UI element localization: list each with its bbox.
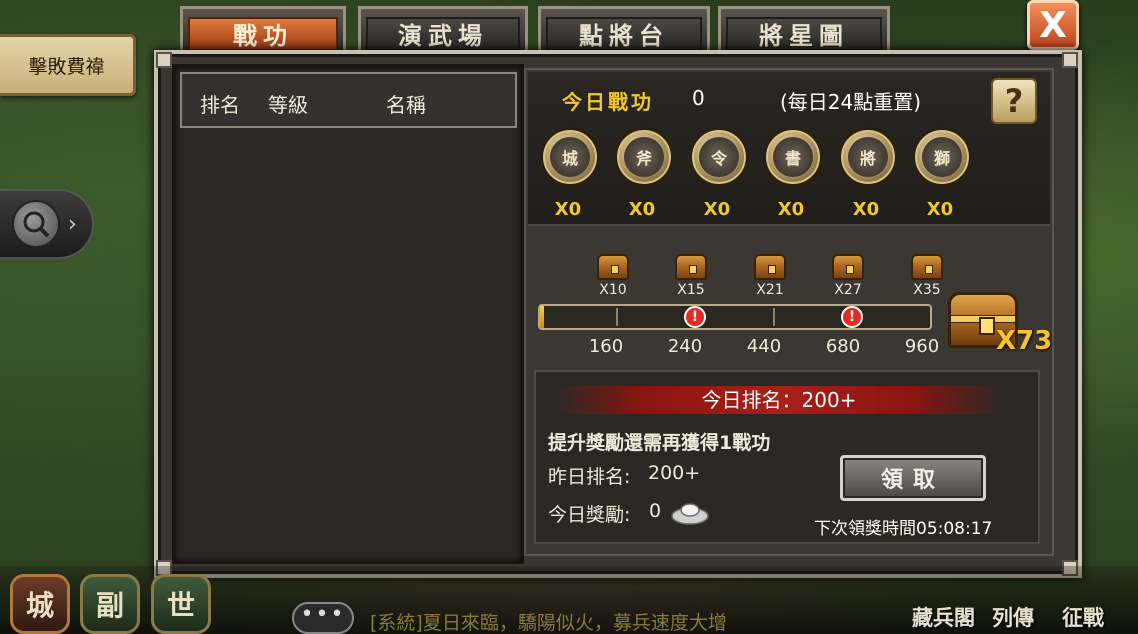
tab-star-map-label: 將星圖	[726, 16, 882, 51]
reward-chest-icon[interactable]	[754, 254, 786, 280]
progress-fill	[540, 306, 544, 328]
crossed-axes-icon: 斧	[614, 127, 674, 187]
nav-biographies[interactable]: 列傳	[992, 602, 1034, 632]
close-icon: X	[1039, 4, 1067, 46]
today-merit-label: 今日戰功	[562, 90, 654, 114]
question-icon: ?	[1004, 82, 1024, 120]
chest-quantity: X27	[834, 282, 862, 298]
today-reward-value: 0	[649, 500, 662, 522]
header-rank: 排名	[200, 93, 240, 117]
header-name: 名稱	[386, 93, 426, 117]
progress-tick	[773, 308, 775, 326]
milestone-value: 680	[825, 336, 861, 357]
progress-tick	[616, 308, 618, 326]
nav-barracks[interactable]: 藏兵閣	[912, 602, 975, 632]
chest-quantity: X35	[913, 282, 941, 298]
tab-arena-label: 演武場	[366, 16, 520, 51]
deputy-button[interactable]: 副	[80, 574, 140, 634]
panel-corner	[156, 52, 172, 68]
medal-count: X0	[777, 199, 805, 220]
today-rank-banner: 今日排名：200+	[556, 386, 1002, 414]
reward-chest-icon[interactable]	[832, 254, 864, 280]
reward-chest-icon[interactable]	[911, 254, 943, 280]
chest-quantity: X21	[756, 282, 784, 298]
fortress-icon: 城	[540, 127, 600, 187]
medal-count: X0	[703, 199, 731, 220]
ranking-list[interactable]	[172, 64, 524, 564]
world-button[interactable]: 世	[151, 574, 211, 634]
reward-chest-icon[interactable]	[597, 254, 629, 280]
yesterday-rank-label: 昨日排名:	[548, 466, 631, 488]
tab-arena[interactable]: 演武場	[358, 6, 528, 54]
tab-star-map[interactable]: 將星圖	[718, 6, 890, 54]
chat-icon[interactable]: •••	[292, 602, 354, 634]
system-chat-message[interactable]: [系統]夏日來臨，驕陽似火，募兵速度大增	[370, 608, 727, 634]
next-claim-time: 下次領獎時間05:08:17	[814, 519, 993, 539]
quest-tag[interactable]: 擊敗費禕	[0, 34, 136, 96]
tab-general-stage-label: 點將台	[546, 16, 702, 51]
chevron-right-icon: ›	[68, 211, 77, 237]
milestone-value: 960	[904, 336, 940, 357]
magnifier-icon	[12, 200, 60, 248]
chest-quantity: X15	[677, 282, 705, 298]
medal-count: X0	[852, 199, 880, 220]
search-button[interactable]: ›	[0, 189, 94, 259]
general-portrait-icon: 將	[838, 127, 898, 187]
silver-ingot-icon	[671, 503, 709, 525]
medal-count: X0	[926, 199, 954, 220]
close-button[interactable]: X	[1027, 0, 1079, 50]
lion-knocker-icon: 獅	[912, 127, 972, 187]
tab-general-stage[interactable]: 點將台	[538, 6, 710, 54]
alert-icon: !	[684, 306, 706, 328]
milestone-value: 440	[746, 336, 782, 357]
today-reward-label: 今日獎勵:	[548, 504, 631, 526]
milestone-value: 160	[588, 336, 624, 357]
header-level: 等級	[268, 93, 308, 117]
tab-merit[interactable]: 戰功	[180, 6, 346, 54]
scroll-icon: 書	[763, 127, 823, 187]
reward-chest-icon[interactable]	[675, 254, 707, 280]
claim-button[interactable]: 領取	[840, 455, 986, 501]
upgrade-hint: 提升獎勵還需再獲得1戰功	[548, 432, 771, 454]
yesterday-rank-value: 200+	[648, 462, 701, 484]
medal-count: X0	[628, 199, 656, 220]
ranking-header: 排名 等級 名稱	[180, 72, 517, 128]
nav-campaign[interactable]: 征戰	[1062, 602, 1104, 632]
merit-progress-bar	[538, 304, 932, 330]
alert-icon: !	[841, 306, 863, 328]
milestone-value: 240	[667, 336, 703, 357]
today-merit-value: 0	[692, 86, 705, 110]
reset-note: (每日24點重置)	[780, 90, 922, 114]
medal-count: X0	[554, 199, 582, 220]
panel-corner	[1062, 52, 1078, 68]
help-button[interactable]: ?	[991, 78, 1037, 124]
command-token-icon: 令	[689, 127, 749, 187]
chest-quantity: X10	[599, 282, 627, 298]
grand-chest-quantity: X73	[996, 326, 1053, 356]
tab-merit-label: 戰功	[188, 16, 338, 51]
city-button[interactable]: 城	[10, 574, 70, 634]
